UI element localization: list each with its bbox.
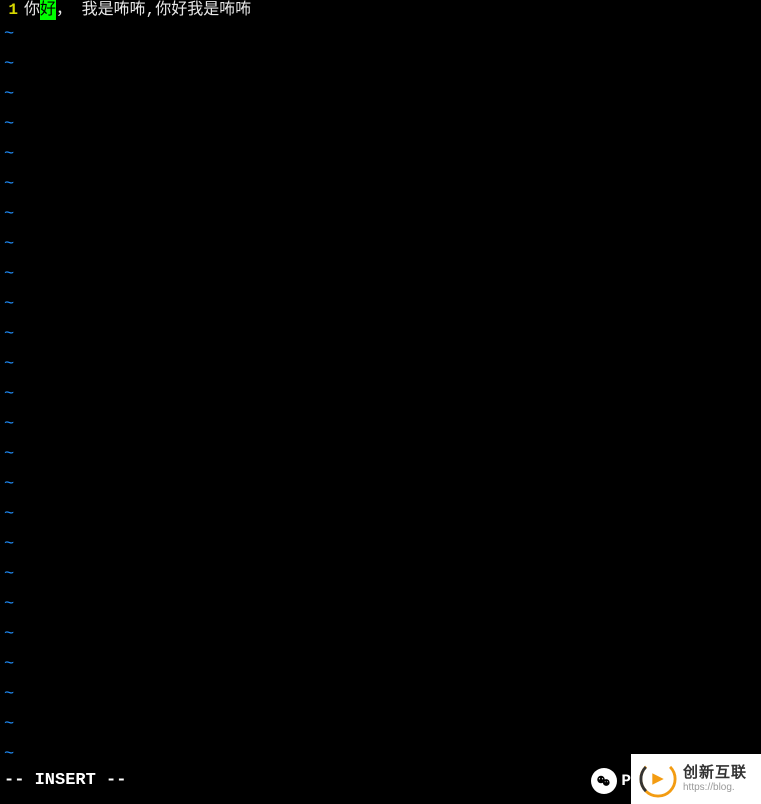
text-after-cursor: ， 我是咘咘,你好我是咘咘 [56, 0, 251, 20]
logo-text: 创新互联 [683, 765, 747, 782]
empty-line-marker: ~ [0, 110, 761, 140]
logo-url: https://blog. [683, 782, 747, 793]
empty-line-marker: ~ [0, 470, 761, 500]
empty-line-marker: ~ [0, 170, 761, 200]
empty-line-marker: ~ [0, 620, 761, 650]
cursor: 好 [40, 0, 56, 20]
editor-line[interactable]: 1 你好， 我是咘咘,你好我是咘咘 [0, 0, 761, 20]
empty-line-marker: ~ [0, 50, 761, 80]
empty-line-marker: ~ [0, 440, 761, 470]
empty-line-marker: ~ [0, 80, 761, 110]
wechat-watermark: P [591, 768, 631, 794]
empty-line-marker: ~ [0, 380, 761, 410]
empty-line-marker: ~ [0, 650, 761, 680]
empty-line-marker: ~ [0, 530, 761, 560]
empty-line-marker: ~ [0, 680, 761, 710]
empty-line-marker: ~ [0, 710, 761, 740]
empty-line-marker: ~ [0, 500, 761, 530]
editor-area[interactable]: 1 你好， 我是咘咘,你好我是咘咘 ~~~~~~~~~~~~~~~~~~~~~~… [0, 0, 761, 780]
text-before-cursor: 你 [24, 0, 40, 20]
empty-line-marker: ~ [0, 410, 761, 440]
empty-line-marker: ~ [0, 590, 761, 620]
logo-text-group: 创新互联 https://blog. [683, 765, 747, 793]
empty-line-marker: ~ [0, 20, 761, 50]
wechat-icon [591, 768, 617, 794]
empty-line-marker: ~ [0, 260, 761, 290]
line-content[interactable]: 你好， 我是咘咘,你好我是咘咘 [24, 0, 251, 20]
logo-icon [639, 760, 677, 798]
empty-line-marker: ~ [0, 200, 761, 230]
empty-line-marker: ~ [0, 290, 761, 320]
empty-line-marker: ~ [0, 140, 761, 170]
mode-indicator: -- INSERT -- [4, 771, 126, 790]
logo-watermark: 创新互联 https://blog. [631, 754, 761, 804]
empty-line-marker: ~ [0, 350, 761, 380]
empty-line-marker: ~ [0, 320, 761, 350]
empty-line-marker: ~ [0, 560, 761, 590]
wechat-label: P [621, 772, 631, 790]
line-number: 1 [0, 0, 24, 20]
empty-line-marker: ~ [0, 230, 761, 260]
